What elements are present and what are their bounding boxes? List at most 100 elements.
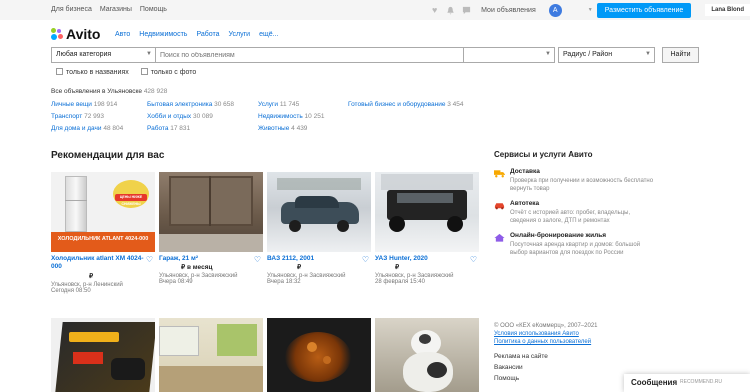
search-filters: только в названиях только с фото: [56, 68, 196, 76]
category-link[interactable]: Для дома и дачи 48 804: [51, 125, 123, 132]
ad-image-fridge[interactable]: ЦЕНЫ НИЖЕ СНИЖЕНЫ ХОЛОДИЛЬНИК ATLANT 402…: [51, 172, 155, 252]
favorite-heart-icon[interactable]: ♡: [146, 255, 153, 264]
top-bar: Для бизнеса Магазины Помощь ♥ Мои объявл…: [0, 0, 750, 20]
logo-text: Avito: [66, 26, 101, 42]
service-description: Посуточная аренда квартир и домов: больш…: [510, 242, 641, 256]
titles-only-label: только в названиях: [66, 69, 129, 76]
footer-help-link[interactable]: Помощь: [494, 373, 644, 384]
car-icon: [494, 203, 505, 210]
chevron-down-icon: ▼: [545, 51, 551, 57]
service-booking[interactable]: Онлайн-бронирование жилья Посуточная аре…: [494, 232, 654, 257]
ad-image-amber[interactable]: [267, 318, 371, 392]
region-select[interactable]: ▼: [464, 47, 555, 63]
service-autoteka[interactable]: Автотека Отчёт с историей авто: пробег, …: [494, 200, 654, 225]
category-link[interactable]: Личные вещи 198 914: [51, 101, 117, 108]
top-right: ♥ Мои объявления A ▼ Разместить объявлен…: [430, 0, 750, 20]
category-link[interactable]: Бытовая электроника 30 658: [147, 101, 234, 108]
ad-image-garage[interactable]: [159, 172, 263, 252]
ad-title[interactable]: Гараж, 21 м²: [159, 255, 263, 262]
nav-item-jobs[interactable]: Работа: [196, 31, 219, 38]
ad-image-vaz-car[interactable]: [267, 172, 371, 252]
favorite-heart-icon[interactable]: ♡: [470, 255, 477, 264]
favorites-heart-icon[interactable]: ♥: [430, 5, 439, 15]
ad-price: ₽ в месяц: [181, 264, 213, 271]
ad-price: ₽: [395, 264, 400, 271]
service-title[interactable]: Онлайн-бронирование жилья: [510, 232, 654, 239]
for-business-link[interactable]: Для бизнеса: [51, 6, 92, 13]
ad-card[interactable]: ЦЕНЫ НИЖЕ СНИЖЕНЫ ХОЛОДИЛЬНИК ATLANT 402…: [51, 172, 155, 294]
ad-card[interactable]: ♡ УАЗ Hunter, 2020 ₽ Ульяновск, р-н Засв…: [375, 172, 479, 285]
privacy-link[interactable]: Политика о данных пользователей: [494, 338, 644, 346]
nav-item-more[interactable]: ещё...: [259, 31, 278, 38]
ad-date: Вчера 18:32: [267, 279, 301, 285]
shops-link[interactable]: Магазины: [100, 6, 132, 13]
service-title[interactable]: Доставка: [510, 168, 654, 175]
chevron-down-icon: ▼: [146, 51, 152, 57]
category-link[interactable]: Недвижимость 10 251: [258, 113, 324, 120]
category-select[interactable]: Любая категория ▼: [51, 47, 156, 63]
titles-only-checkbox[interactable]: только в названиях: [56, 68, 129, 76]
ad-title[interactable]: Холодильник atlant XM 4024-000: [51, 255, 145, 271]
ad-image-game-console[interactable]: [51, 318, 155, 392]
username-label: Lana Blond: [705, 4, 750, 16]
all-ads-summary[interactable]: Все объявления в Ульяновске 428 928: [51, 88, 167, 95]
help-link[interactable]: Помощь: [140, 6, 167, 13]
terms-link[interactable]: Условия использования Авито: [494, 330, 644, 338]
category-link[interactable]: Животные 4 439: [258, 125, 307, 132]
notifications-bell-icon[interactable]: [446, 6, 455, 15]
nav-item-services[interactable]: Услуги: [229, 31, 251, 38]
ad-card[interactable]: ♡ Гараж, 21 м² ₽ в месяц Ульяновск, р-н …: [159, 172, 263, 285]
ad-title[interactable]: УАЗ Hunter, 2020: [375, 255, 479, 262]
main-nav: Авто Недвижимость Работа Услуги ещё...: [115, 31, 278, 38]
ad-price: ₽: [297, 264, 302, 271]
ad-image-uaz-car[interactable]: [375, 172, 479, 252]
ad-title[interactable]: ВАЗ 2112, 2001: [267, 255, 371, 262]
category-link[interactable]: Транспорт 72 993: [51, 113, 104, 120]
delivery-truck-icon: [494, 170, 505, 178]
category-link[interactable]: Хобби и отдых 30 089: [147, 113, 213, 120]
copyright: © ООО «КЕХ еКоммерц», 2007–2021: [494, 323, 598, 329]
ad-image-kitchen[interactable]: [159, 318, 263, 392]
top-links: Для бизнеса Магазины Помощь: [51, 6, 167, 13]
avatar[interactable]: A: [548, 3, 562, 17]
favorite-heart-icon[interactable]: ♡: [254, 255, 261, 264]
checkbox-box[interactable]: [140, 68, 148, 75]
ad-card[interactable]: ♡ ВАЗ 2112, 2001 ₽ Ульяновск, р-н Засвия…: [267, 172, 371, 285]
service-delivery[interactable]: Доставка Проверка при получении и возмож…: [494, 168, 654, 193]
account-chevron-down-icon[interactable]: ▼: [588, 7, 593, 13]
post-ad-button[interactable]: Разместить объявление: [596, 2, 692, 18]
search-button[interactable]: Найти: [662, 47, 699, 63]
with-photo-checkbox[interactable]: только с фото: [140, 68, 197, 76]
ad-image-caption: ХОЛОДИЛЬНИК ATLANT 4024-000: [51, 232, 155, 252]
chevron-down-icon: ▼: [645, 51, 651, 57]
favorite-heart-icon[interactable]: ♡: [362, 255, 369, 264]
nav-item-realty[interactable]: Недвижимость: [139, 31, 187, 38]
service-title[interactable]: Автотека: [510, 200, 654, 207]
ad-image-kitten[interactable]: [375, 318, 479, 392]
avito-logo[interactable]: Avito: [51, 26, 100, 42]
nav-item-auto[interactable]: Авто: [115, 31, 130, 38]
footer: © ООО «КЕХ еКоммерц», 2007–2021 Условия …: [494, 322, 644, 384]
ad-date: Сегодня 08:50: [51, 288, 91, 294]
all-ads-count: 428 928: [143, 88, 168, 95]
radius-select-value: Радиус / Район: [563, 51, 613, 58]
category-link[interactable]: Готовый бизнес и оборудование 3 454: [348, 101, 464, 108]
ads-on-site-link[interactable]: Реклама на сайте: [494, 351, 644, 362]
search-input[interactable]: [156, 47, 464, 63]
category-link[interactable]: Работа 17 831: [147, 125, 190, 132]
service-description: Отчёт с историей авто: пробег, владельцы…: [510, 210, 631, 224]
price-badge: ЦЕНЫ НИЖЕ СНИЖЕНЫ: [115, 194, 147, 206]
ad-date: Вчера 08:49: [159, 279, 193, 285]
with-photo-label: только с фото: [150, 69, 197, 76]
radius-select[interactable]: Радиус / Район ▼: [558, 47, 655, 63]
vacancies-link[interactable]: Вакансии: [494, 362, 644, 373]
messages-chat-icon[interactable]: [462, 6, 471, 15]
recommendations-title: Рекомендации для вас: [51, 150, 165, 161]
category-link[interactable]: Услуги 11 745: [258, 101, 299, 108]
logo-dots-icon: [51, 28, 63, 40]
checkbox-box[interactable]: [56, 68, 63, 75]
services-panel: Сервисы и услуги Авито Доставка Проверка…: [494, 150, 654, 257]
my-ads-link[interactable]: Мои объявления: [481, 7, 536, 14]
category-select-value: Любая категория: [56, 51, 112, 58]
search-bar: Любая категория ▼ ▼ Радиус / Район ▼: [51, 47, 655, 63]
